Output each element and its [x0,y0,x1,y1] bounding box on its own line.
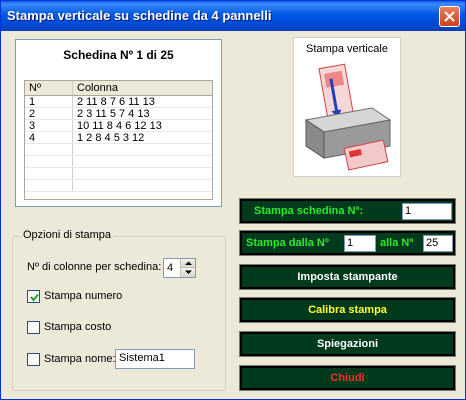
to-number-input[interactable]: 25 [423,235,453,252]
window-title: Stampa verticale su schedine da 4 pannel… [7,8,272,23]
stampa-schedina-label: Stampa schedina Nº: [254,205,364,217]
stampa-costo-label[interactable]: Stampa costo [44,321,111,333]
table-row-empty [25,180,212,192]
printer-illustration [304,63,392,171]
printer-preview: Stampa verticale [293,37,401,177]
row-n: 2 [25,108,73,120]
header-colonna[interactable]: Colonna [73,81,212,95]
table-row[interactable]: 2 2 3 11 5 7 4 13 [25,108,212,120]
table-row[interactable]: 3 10 11 8 4 6 12 13 [25,120,212,132]
row-colonna: 1 2 8 4 5 3 12 [77,132,145,144]
schedina-panel: Schedina Nº 1 di 25 Nº Colonna 1 2 11 8 … [15,39,222,207]
printer-caption: Stampa verticale [306,43,388,55]
columns-table[interactable]: Nº Colonna 1 2 11 8 7 6 11 13 2 2 3 11 5… [24,80,213,200]
table-row-empty [25,168,212,180]
schedina-number-input[interactable]: 1 [402,203,452,220]
stampa-schedina-button[interactable]: Stampa schedina Nº: 1 [239,198,456,224]
title-bar[interactable]: Stampa verticale su schedine da 4 pannel… [1,1,465,31]
header-n[interactable]: Nº [25,81,73,95]
group-label: Opzioni di stampa [21,229,114,241]
spiegazioni-button[interactable]: Spiegazioni [239,331,456,357]
row-colonna: 2 11 8 7 6 11 13 [77,96,155,108]
columns-stepper[interactable]: 4 [163,258,196,278]
row-n: 4 [25,132,73,144]
row-n: 1 [25,96,73,108]
schedina-title: Schedina Nº 1 di 25 [63,48,174,62]
calibra-stampa-button[interactable]: Calibra stampa [239,297,456,323]
stampa-dalla-button[interactable]: Stampa dalla Nº 1 alla Nº 25 [239,230,456,256]
table-row-empty [25,156,212,168]
arrow-down-icon [185,270,192,274]
table-header: Nº Colonna [25,81,212,96]
stampa-nome-input[interactable]: Sistema1 [115,349,195,369]
table-row[interactable]: 4 1 2 8 4 5 3 12 [25,132,212,144]
close-icon [444,11,455,22]
checkmark-icon [30,293,39,302]
arrow-up-icon [185,261,192,265]
row-colonna: 10 11 8 4 6 12 13 [77,120,162,132]
table-row[interactable]: 1 2 11 8 7 6 11 13 [25,96,212,108]
spin-up-button[interactable] [180,259,195,268]
columns-label: Nº di colonne per schedina: [27,261,162,273]
stampa-nome-label[interactable]: Stampa nome: [44,353,116,365]
stampa-dalla-label: Stampa dalla Nº [246,237,329,249]
columns-value: 4 [167,262,174,274]
stampa-nome-checkbox[interactable] [27,353,40,366]
stampa-costo-checkbox[interactable] [27,321,40,334]
row-n: 3 [25,120,73,132]
stampa-numero-label[interactable]: Stampa numero [44,290,122,302]
dialog-window: Stampa verticale su schedine da 4 pannel… [0,0,466,400]
row-colonna: 2 3 11 5 7 4 13 [77,108,150,120]
imposta-stampante-button[interactable]: Imposta stampante [239,264,456,290]
alla-label: alla Nº [380,237,414,249]
chiudi-button[interactable]: Chiudi [239,365,456,391]
spin-down-button[interactable] [180,268,195,277]
from-number-input[interactable]: 1 [344,235,376,252]
stampa-numero-checkbox[interactable] [27,290,40,303]
table-row-empty [25,144,212,156]
close-button[interactable] [439,6,460,27]
